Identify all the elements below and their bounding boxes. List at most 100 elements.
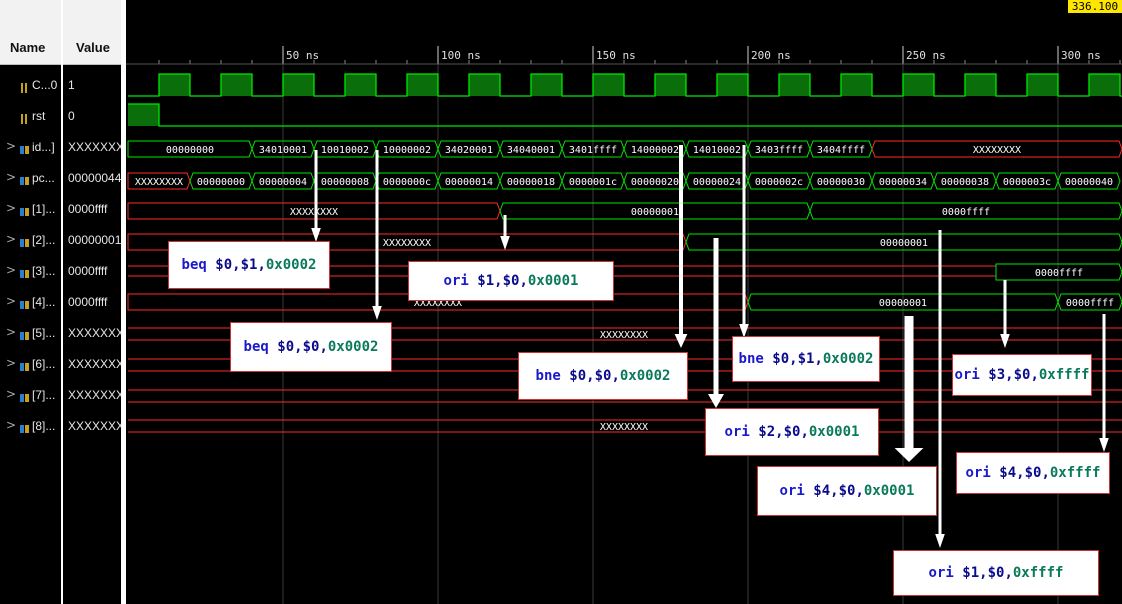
reg4-bus-value-label: 00000001 — [879, 298, 927, 309]
annotation-operand: $3 — [988, 367, 1006, 383]
annotation-arrow-head — [935, 534, 945, 548]
clock-high-pulse — [221, 74, 252, 96]
annotation-operand: $0 — [1024, 465, 1042, 481]
instruction-annotation: bne $0, $0, 0x0002 — [518, 352, 688, 400]
clock-high-pulse — [717, 74, 748, 96]
instruction-annotation: ori $4, $0, 0xffff — [956, 452, 1110, 494]
annotation-opcode: ori — [779, 483, 805, 499]
annotation-operand: $0 — [277, 339, 295, 355]
time-label: 250 ns — [906, 49, 946, 62]
annotation-operand: 0x0002 — [822, 351, 874, 367]
instruction-annotation: ori $3, $0, 0xffff — [952, 354, 1092, 396]
clock-high-pulse — [779, 74, 810, 96]
annotation-arrow-head — [372, 306, 382, 320]
annotation-operand: 0x0001 — [808, 424, 860, 440]
reg2-bus-value-label: 00000001 — [880, 238, 928, 249]
pc-bus-value-label: 00000014 — [445, 177, 493, 188]
reg3-bus-value-label: 0000ffff — [1035, 268, 1083, 279]
reg1-bus-value-label: XXXXXXXX — [290, 207, 338, 218]
annotation-opcode: bne — [738, 351, 764, 367]
instr-bus-value-label: 34020001 — [445, 145, 493, 156]
annotation-operand: $0 — [594, 368, 612, 384]
annotation-opcode: beq — [181, 257, 207, 273]
instruction-annotation: ori $4, $0, 0x0001 — [757, 466, 937, 516]
instr-bus-value-label: 3404ffff — [817, 145, 865, 156]
instr-bus-value-label: 14000002 — [631, 145, 679, 156]
instr-bus-value-label: 10000002 — [383, 145, 431, 156]
pc-bus-value-label: 0000001c — [569, 177, 617, 188]
annotation-opcode: ori — [724, 424, 750, 440]
instruction-annotation: beq $0, $1, 0x0002 — [168, 241, 330, 289]
instr-bus-value-label: 3403ffff — [755, 145, 803, 156]
annotation-operand: 0xffff — [1049, 465, 1101, 481]
instr-bus-value-label: 10010002 — [321, 145, 369, 156]
annotation-operand: $0 — [838, 483, 856, 499]
annotation-operand: $1 — [477, 273, 495, 289]
clock-high-pulse — [469, 74, 500, 96]
annotation-arrow-head — [708, 394, 724, 408]
annotation-operand: $0 — [1013, 367, 1031, 383]
annotation-operand: 0x0002 — [327, 339, 379, 355]
reg-undefined-label: XXXXXXXX — [600, 422, 648, 433]
annotation-operand: 0x0001 — [863, 483, 915, 499]
clock-high-pulse — [965, 74, 996, 96]
annotation-opcode: ori — [965, 465, 991, 481]
annotation-operand: $0 — [215, 257, 233, 273]
annotation-operand: 0x0001 — [527, 273, 579, 289]
pc-bus-value-label: 0000002c — [755, 177, 803, 188]
pc-bus-value-label: 00000004 — [259, 177, 307, 188]
annotation-arrow-head — [674, 334, 688, 348]
instr-bus-value-label: 34040001 — [507, 145, 555, 156]
pc-bus-value-label: 00000020 — [631, 177, 679, 188]
pc-bus-value-label: 00000034 — [879, 177, 927, 188]
instruction-annotation: bne $0, $1, 0x0002 — [732, 336, 880, 382]
annotation-operand: 0x0002 — [619, 368, 671, 384]
annotation-opcode: beq — [243, 339, 269, 355]
rst-high-pulse — [128, 104, 159, 126]
annotation-operand: $1 — [962, 565, 980, 581]
annotation-arrow-head — [1099, 438, 1109, 452]
reg-undefined-label: XXXXXXXX — [600, 330, 648, 341]
annotation-opcode: bne — [535, 368, 561, 384]
instr-bus-value-label: XXXXXXXX — [973, 145, 1021, 156]
clock-high-pulse — [841, 74, 872, 96]
pc-bus-value-label: 00000030 — [817, 177, 865, 188]
cursor-time-readout: 336.100 — [1068, 0, 1122, 13]
pc-bus-value-label: 00000000 — [197, 177, 245, 188]
rst-waveform — [128, 103, 1122, 127]
time-label: 100 ns — [441, 49, 481, 62]
annotation-opcode: ori — [443, 273, 469, 289]
annotation-opcode: ori — [928, 565, 954, 581]
instr-bus-value-label: 34010001 — [259, 145, 307, 156]
reg2-bus-value-label: XXXXXXXX — [383, 238, 431, 249]
annotation-operand: 0x0002 — [265, 257, 317, 273]
clock-high-pulse — [655, 74, 686, 96]
pc-bus-value-label: 0000000c — [383, 177, 431, 188]
annotation-operand: $0 — [987, 565, 1005, 581]
instruction-annotation: beq $0, $0, 0x0002 — [230, 322, 392, 372]
annotation-operand: $0 — [502, 273, 520, 289]
time-label: 200 ns — [751, 49, 791, 62]
pc-bus-value-label: 0000003c — [1003, 177, 1051, 188]
instr-bus-value-label: 3401ffff — [569, 145, 617, 156]
pc-bus-value-label: 00000024 — [693, 177, 741, 188]
pc-bus-value-label: XXXXXXXX — [135, 177, 183, 188]
instr-bus-value-label: 14010002 — [693, 145, 741, 156]
annotation-arrow-head — [1000, 334, 1010, 348]
annotation-operand: $0 — [302, 339, 320, 355]
clock-high-pulse — [1027, 74, 1058, 96]
annotation-arrow-head — [311, 228, 321, 242]
clock-high-pulse — [531, 74, 562, 96]
reg1-bus-value-label: 0000ffff — [942, 207, 990, 218]
annotation-opcode: ori — [954, 367, 980, 383]
instr-bus-value-label: 00000000 — [166, 145, 214, 156]
annotation-operand: 0xffff — [1038, 367, 1090, 383]
pc-bus-value-label: 00000018 — [507, 177, 555, 188]
waveform-canvas[interactable]: 50 ns 100 ns 150 ns 200 ns 250 ns 300 ns00000… — [0, 0, 1122, 604]
clock-high-pulse — [1089, 74, 1120, 96]
clock-high-pulse — [903, 74, 934, 96]
clock-high-pulse — [345, 74, 376, 96]
time-label: 150 ns — [596, 49, 636, 62]
annotation-operand: $2 — [758, 424, 776, 440]
annotation-arrow-head — [894, 448, 924, 462]
